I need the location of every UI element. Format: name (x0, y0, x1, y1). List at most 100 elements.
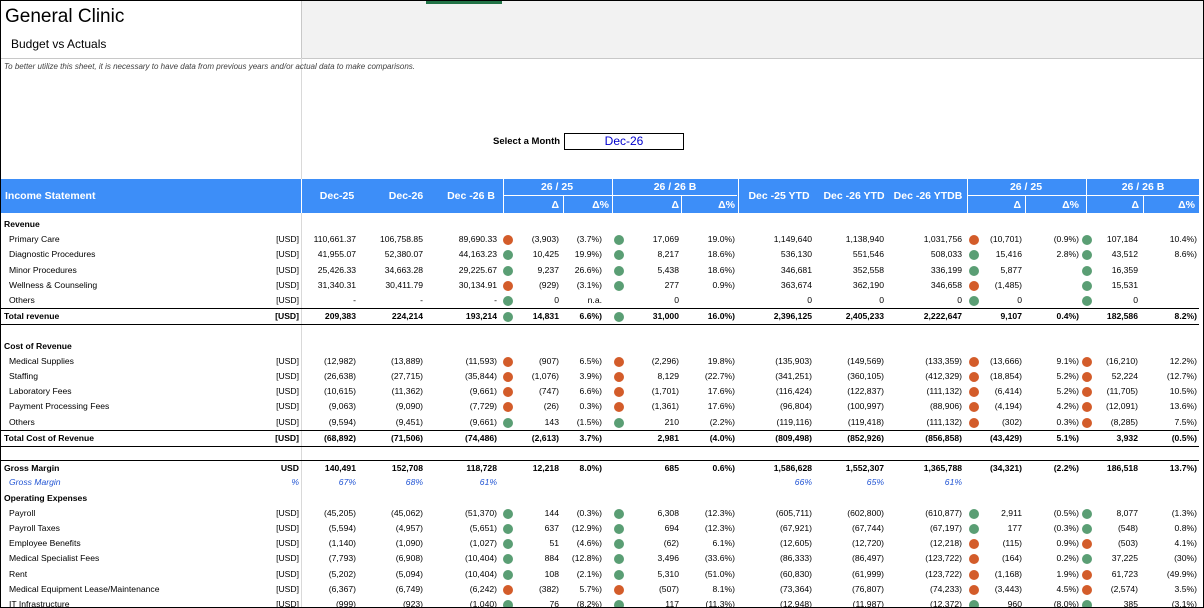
cell-value[interactable]: (100,997) (822, 401, 884, 411)
cell-value[interactable]: (71,506) (361, 433, 423, 443)
cell-value[interactable]: 17,069 (617, 234, 679, 244)
cell-value[interactable]: 5,310 (617, 569, 679, 579)
row-unit[interactable]: [USD] (251, 386, 299, 396)
cell-value[interactable]: 106,758.85 (361, 234, 423, 244)
row-unit[interactable]: % (251, 477, 299, 487)
row-unit[interactable]: [USD] (251, 311, 299, 321)
cell-value[interactable]: (6,367) (294, 584, 356, 594)
cell-value[interactable]: 0 (900, 295, 962, 305)
cell-value[interactable]: (8.2%) (540, 599, 602, 607)
cell-value[interactable]: 25,426.33 (294, 265, 356, 275)
cell-value[interactable]: (11,362) (361, 386, 423, 396)
cell-value[interactable]: (2.2%) (673, 417, 735, 427)
header-group-26-25[interactable]: 26 / 25 (503, 181, 611, 193)
cell-value[interactable]: 362,190 (822, 280, 884, 290)
cell-value[interactable]: 6.6%) (540, 311, 602, 321)
cell-value[interactable]: (30%) (1135, 553, 1197, 563)
cell-value[interactable]: 3.9%) (540, 371, 602, 381)
cell-value[interactable]: 8.6%) (1135, 249, 1197, 259)
cell-value[interactable]: (88,906) (900, 401, 962, 411)
cell-value[interactable]: (923) (361, 599, 423, 607)
cell-value[interactable]: 5,438 (617, 265, 679, 275)
cell-value[interactable]: 0.6%) (673, 463, 735, 473)
cell-value[interactable]: 0.2%) (1017, 553, 1079, 563)
cell-value[interactable]: (3.1%) (540, 280, 602, 290)
cell-value[interactable]: 0.9%) (1017, 538, 1079, 548)
cell-value[interactable]: (74,233) (900, 584, 962, 594)
cell-value[interactable]: 8.2%) (1135, 311, 1197, 321)
cell-value[interactable]: (4,957) (361, 523, 423, 533)
cell-value[interactable]: 352,558 (822, 265, 884, 275)
cell-value[interactable]: 2.8%) (1017, 249, 1079, 259)
cell-value[interactable]: 5.7%) (540, 584, 602, 594)
cell-value[interactable]: (11.3%) (673, 599, 735, 607)
header-group-ytd-26-26b[interactable]: 26 / 26 B (1087, 181, 1199, 193)
cell-value[interactable]: (133,359) (900, 356, 962, 366)
cell-value[interactable]: 12.2%) (1135, 356, 1197, 366)
cell-value[interactable]: (5,094) (361, 569, 423, 579)
cell-value[interactable]: 152,708 (361, 463, 423, 473)
cell-value[interactable]: 19.9%) (540, 249, 602, 259)
cell-value[interactable]: (2.2%) (1017, 463, 1079, 473)
cell-value[interactable]: 1,365,788 (900, 463, 962, 473)
row-unit[interactable]: [USD] (251, 356, 299, 366)
cell-value[interactable]: (5,202) (294, 569, 356, 579)
cell-value[interactable]: (9,063) (294, 401, 356, 411)
cell-value[interactable]: (2.1%) (540, 569, 602, 579)
cell-value[interactable]: 9,107 (960, 311, 1022, 321)
cell-value[interactable]: 0.8%) (1135, 523, 1197, 533)
row-unit[interactable]: [USD] (251, 417, 299, 427)
cell-value[interactable]: (43,429) (960, 433, 1022, 443)
row-label[interactable]: Staffing (9, 371, 38, 381)
row-label[interactable]: Gross Margin (9, 477, 61, 487)
cell-value[interactable]: n.a. (540, 295, 602, 305)
cell-value[interactable]: 140,491 (294, 463, 356, 473)
row-label[interactable]: IT Infrastructure (9, 599, 70, 607)
row-label[interactable]: Diagnostic Procedures (9, 249, 95, 259)
row-unit[interactable]: [USD] (251, 569, 299, 579)
row-label[interactable]: Rent (9, 569, 27, 579)
cell-value[interactable]: (7,729) (435, 401, 497, 411)
cell-value[interactable]: (999) (294, 599, 356, 607)
row-unit[interactable]: [USD] (251, 599, 299, 607)
cell-value[interactable]: (1,040) (435, 599, 497, 607)
cell-value[interactable]: (1,701) (617, 386, 679, 396)
cell-value[interactable]: 7.5%) (1135, 417, 1197, 427)
cell-value[interactable]: 0 (750, 295, 812, 305)
cell-value[interactable]: (341,251) (750, 371, 812, 381)
cell-value[interactable]: (6,908) (361, 553, 423, 563)
cell-value[interactable]: 3.7%) (540, 433, 602, 443)
cell-value[interactable]: (149,569) (822, 356, 884, 366)
cell-value[interactable]: (11,987) (822, 599, 884, 607)
cell-value[interactable]: (10,404) (435, 569, 497, 579)
cell-value[interactable]: (123,722) (900, 553, 962, 563)
cell-value[interactable]: - (435, 295, 497, 305)
row-label[interactable]: Employee Benefits (9, 538, 81, 548)
row-label[interactable]: Total Cost of Revenue (4, 433, 94, 443)
cell-value[interactable]: (45,062) (361, 508, 423, 518)
cell-value[interactable]: (9,090) (361, 401, 423, 411)
cell-value[interactable]: 4.2%) (1017, 401, 1079, 411)
row-label[interactable]: Others (9, 295, 35, 305)
cell-value[interactable]: 52,380.07 (361, 249, 423, 259)
month-selector[interactable]: Dec-26 (564, 133, 684, 150)
header-curr-ytd[interactable]: Dec -26 YTD (819, 190, 889, 202)
cell-value[interactable]: (12.3%) (673, 508, 735, 518)
row-unit[interactable]: [USD] (251, 508, 299, 518)
cell-value[interactable]: 6.5%) (540, 356, 602, 366)
cell-value[interactable]: 6.6%) (540, 386, 602, 396)
cell-value[interactable]: 118,728 (435, 463, 497, 473)
cell-value[interactable]: (122,837) (822, 386, 884, 396)
cell-value[interactable]: (360,105) (822, 371, 884, 381)
row-unit[interactable]: [USD] (251, 295, 299, 305)
cell-value[interactable]: 0 (822, 295, 884, 305)
row-label[interactable]: Minor Procedures (9, 265, 77, 275)
header-prev-ytd[interactable]: Dec -25 YTD (739, 190, 819, 202)
cell-value[interactable]: (9,661) (435, 417, 497, 427)
cell-value[interactable]: 694 (617, 523, 679, 533)
cell-value[interactable]: (1,027) (435, 538, 497, 548)
cell-value[interactable]: (12,605) (750, 538, 812, 548)
cell-value[interactable]: 19.8%) (673, 356, 735, 366)
cell-value[interactable]: 19.0%) (673, 234, 735, 244)
cell-value[interactable]: 182,586 (1076, 311, 1138, 321)
